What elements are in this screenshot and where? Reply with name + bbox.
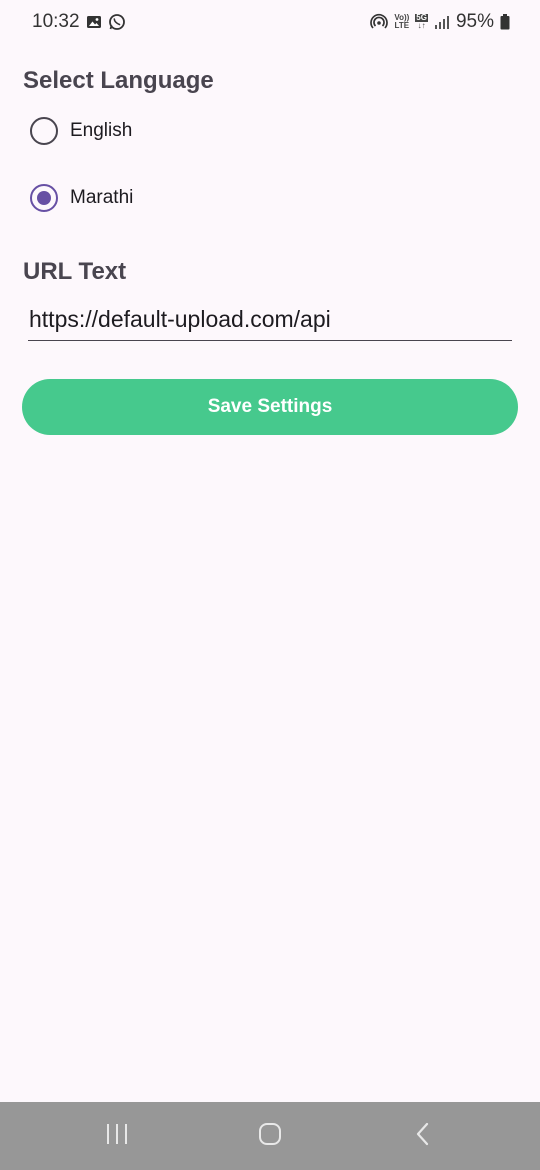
hotspot-icon [370, 13, 389, 31]
radio-selected-dot [37, 191, 51, 205]
home-icon [257, 1121, 283, 1152]
5g-icon: 5G ↓↑ [415, 14, 428, 30]
signal-icon [434, 14, 450, 30]
save-settings-button[interactable]: Save Settings [22, 379, 518, 435]
english-label: English [70, 120, 133, 141]
recents-icon [105, 1122, 129, 1151]
language-title: Select Language [23, 67, 214, 94]
english-radio[interactable] [30, 117, 58, 145]
battery-icon [500, 14, 510, 30]
recents-button[interactable] [87, 1102, 147, 1170]
image-icon [86, 14, 102, 30]
marathi-radio[interactable] [30, 184, 58, 212]
status-right: Vo)) LTE 5G ↓↑ 95% [370, 11, 510, 33]
navigation-bar [0, 1102, 540, 1170]
data-arrows: ↓↑ [417, 21, 426, 30]
back-icon [413, 1121, 433, 1152]
marathi-label: Marathi [70, 187, 134, 208]
language-option-english[interactable]: English [30, 116, 132, 146]
url-input[interactable] [28, 303, 512, 341]
home-button[interactable] [240, 1102, 300, 1170]
language-option-marathi[interactable]: Marathi [30, 183, 133, 213]
clock: 10:32 [32, 11, 80, 32]
url-title: URL Text [23, 258, 127, 285]
status-left: 10:32 [32, 11, 126, 33]
status-bar: 10:32 Vo)) LTE 5G ↓↑ 95% [0, 0, 540, 44]
battery-percent: 95% [455, 11, 494, 32]
whatsapp-icon [108, 13, 126, 31]
volte-bottom: LTE [394, 21, 410, 30]
back-button[interactable] [393, 1102, 453, 1170]
volte-icon: Vo)) LTE [394, 14, 409, 30]
